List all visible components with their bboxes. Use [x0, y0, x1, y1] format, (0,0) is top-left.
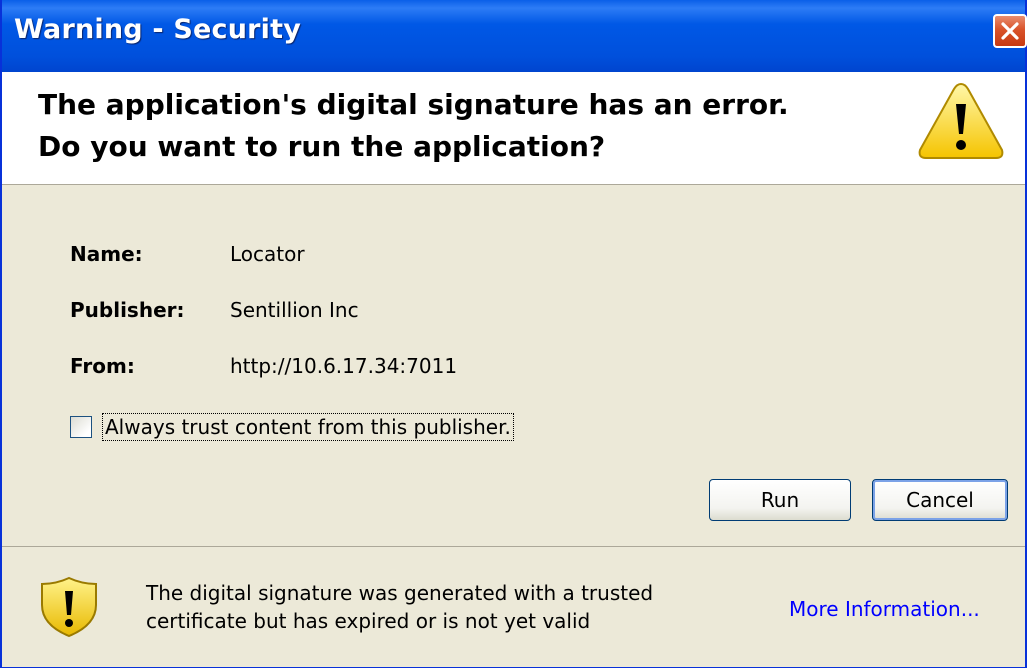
- title-bar[interactable]: Warning - Security: [2, 0, 1027, 80]
- always-trust-label[interactable]: Always trust content from this publisher…: [102, 413, 514, 441]
- publisher-label: Publisher:: [70, 298, 185, 322]
- signature-warning-text: The digital signature was generated with…: [146, 579, 653, 635]
- more-information-link[interactable]: More Information...: [789, 597, 980, 621]
- cancel-button[interactable]: Cancel: [872, 479, 1008, 521]
- window-title: Warning - Security: [14, 14, 302, 45]
- always-trust-checkbox[interactable]: [70, 416, 92, 438]
- dialog-header: The application's digital signature has …: [2, 72, 1025, 185]
- close-button[interactable]: [993, 14, 1027, 48]
- header-message-line-1: The application's digital signature has …: [38, 88, 789, 121]
- from-value: http://10.6.17.34:7011: [230, 354, 458, 378]
- security-warning-dialog: Warning - Security The application's dig…: [0, 0, 1027, 668]
- dialog-footer: The digital signature was generated with…: [2, 546, 1025, 667]
- run-button[interactable]: Run: [709, 479, 851, 521]
- name-value: Locator: [230, 242, 305, 266]
- name-label: Name:: [70, 242, 143, 266]
- from-label: From:: [70, 354, 135, 378]
- warning-triangle-icon: [916, 80, 1006, 166]
- publisher-value: Sentillion Inc: [230, 298, 359, 322]
- shield-warning-icon: [38, 575, 100, 643]
- footer-message-line-2: certificate but has expired or is not ye…: [146, 609, 591, 633]
- header-message-line-2: Do you want to run the application?: [38, 130, 606, 163]
- footer-message-line-1: The digital signature was generated with…: [146, 581, 654, 605]
